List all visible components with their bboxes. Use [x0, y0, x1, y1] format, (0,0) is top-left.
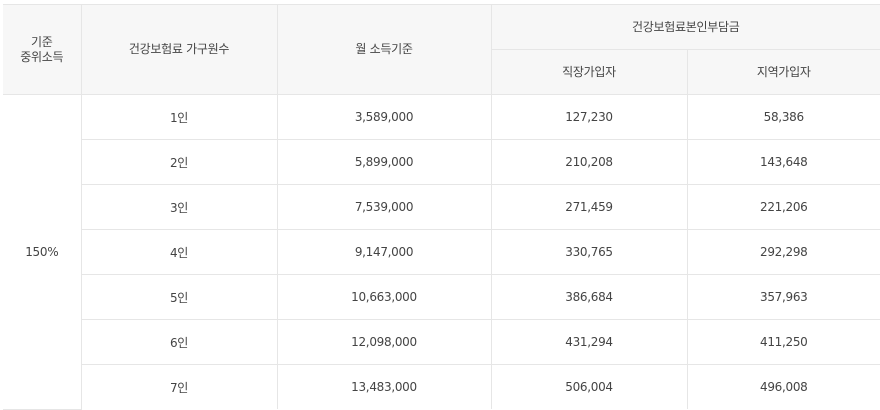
header-employee: 직장가입자: [491, 49, 688, 95]
employee-premium-cell: 386,684: [490, 274, 688, 320]
regional-premium-cell: 496,008: [686, 364, 880, 409]
table-body: 150% 1인 3,589,000 127,230 58,386 2인 5,89…: [3, 94, 880, 410]
income-cell: 10,663,000: [276, 274, 492, 320]
regional-premium-cell: 292,298: [686, 229, 880, 275]
regional-premium-cell: 143,648: [686, 139, 880, 185]
regional-premium-cell: 58,386: [686, 94, 880, 140]
table-row: 5인 10,663,000 386,684 357,963: [3, 274, 880, 320]
income-cell: 5,899,000: [276, 139, 492, 185]
table-header: 기준 중위소득 건강보험료 가구원수 월 소득기준 건강보험료본인부담금 직장가…: [3, 4, 880, 95]
employee-premium-cell: 127,230: [490, 94, 688, 140]
header-regional: 지역가입자: [686, 49, 880, 95]
household-cell: 4인: [81, 229, 278, 275]
household-cell: 2인: [81, 139, 278, 185]
header-premium-group: 건강보험료본인부담금: [490, 4, 880, 50]
income-cell: 13,483,000: [276, 364, 492, 409]
regional-premium-cell: 357,963: [686, 274, 880, 320]
header-household-count: 건강보험료 가구원수: [80, 4, 278, 95]
median-percent-cell: 150%: [3, 94, 82, 410]
income-cell: 9,147,000: [276, 229, 492, 275]
income-cell: 12,098,000: [276, 319, 492, 365]
table-row: 3인 7,539,000 271,459 221,206: [3, 184, 880, 230]
household-cell: 3인: [81, 184, 278, 230]
household-cell: 1인: [80, 94, 278, 140]
table-row: 150% 1인 3,589,000 127,230 58,386: [3, 94, 880, 410]
household-cell: 6인: [81, 319, 278, 365]
table-row: 4인 9,147,000 330,765 292,298: [3, 229, 880, 275]
employee-premium-cell: 271,459: [490, 184, 688, 230]
table-row: 6인 12,098,000 431,294 411,250: [3, 319, 880, 365]
header-median-income-line2: 중위소득: [20, 49, 64, 64]
table-row: 7인 13,483,000 506,004 496,008: [3, 364, 880, 409]
employee-premium-cell: 210,208: [490, 139, 688, 185]
income-cell: 3,589,000: [276, 94, 492, 140]
income-premium-table: 기준 중위소득 건강보험료 가구원수 월 소득기준 건강보험료본인부담금 직장가…: [3, 4, 880, 410]
header-median-income: 기준 중위소득: [3, 4, 82, 95]
household-cell: 7인: [81, 364, 278, 409]
header-monthly-income: 월 소득기준: [276, 4, 492, 95]
employee-premium-cell: 330,765: [490, 229, 688, 275]
header-median-income-line1: 기준: [31, 34, 53, 49]
employee-premium-cell: 506,004: [490, 364, 688, 409]
table-row: 2인 5,899,000 210,208 143,648: [3, 139, 880, 185]
header-row-1: 기준 중위소득 건강보험료 가구원수 월 소득기준 건강보험료본인부담금: [3, 4, 880, 95]
regional-premium-cell: 411,250: [686, 319, 880, 365]
income-cell: 7,539,000: [276, 184, 492, 230]
household-cell: 5인: [81, 274, 278, 320]
regional-premium-cell: 221,206: [686, 184, 880, 230]
employee-premium-cell: 431,294: [490, 319, 688, 365]
